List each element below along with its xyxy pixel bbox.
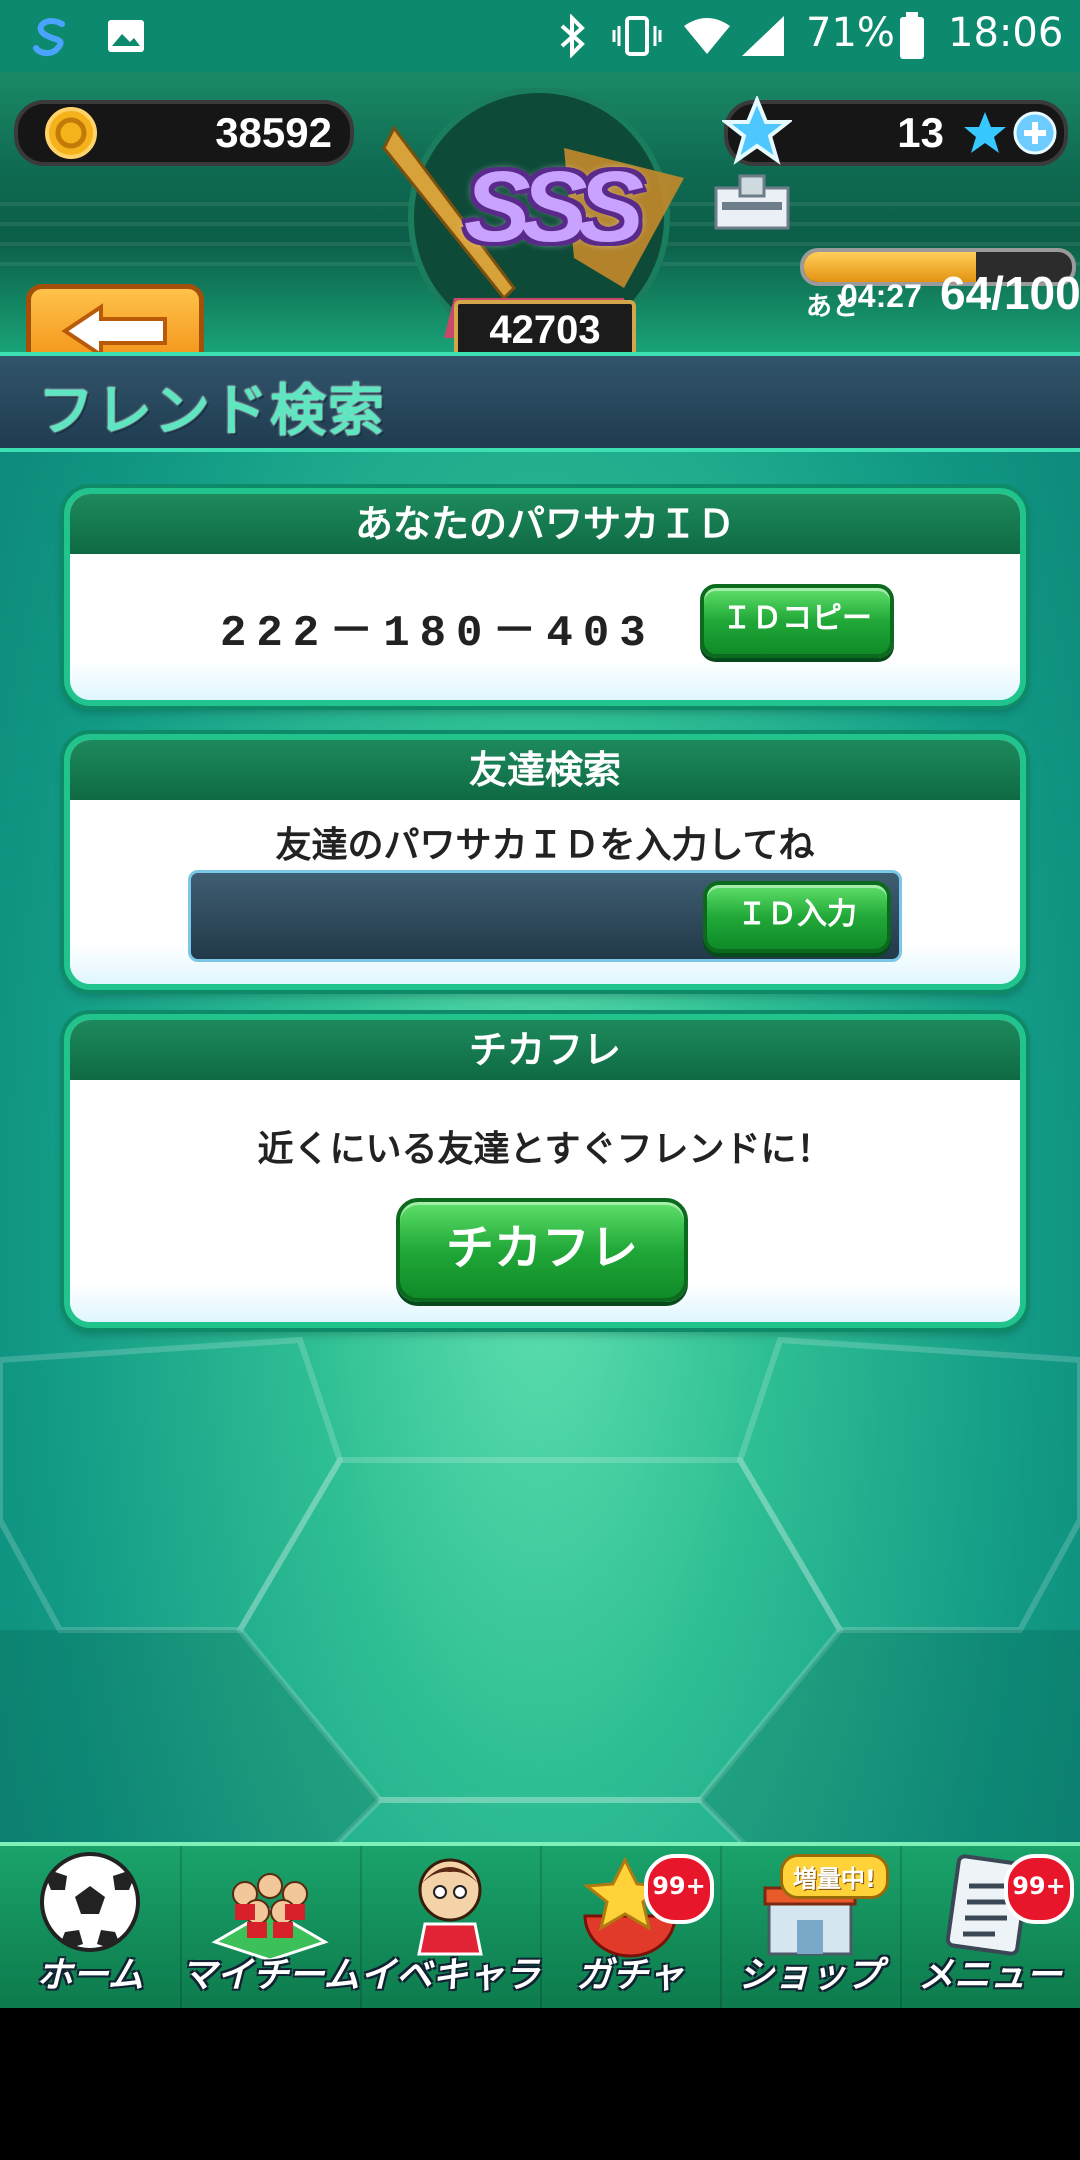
coin-value: 38592 [215, 109, 332, 156]
chikafure-panel: チカフレ 近くにいる友達とすぐフレンドに！ チカフレ [64, 1014, 1026, 1328]
nav-event-character-label: イベキャラ [360, 1955, 541, 1996]
top-hud: 38592 13 SSS 42703 あと 04:27 64/100 [0, 72, 1080, 382]
my-id-panel: あなたのパワサカＩＤ 222－180－403 ＩＤコピー [64, 488, 1026, 706]
my-id-heading: あなたのパワサカＩＤ [70, 494, 1020, 554]
my-id-value: 222－180－403 [220, 609, 656, 659]
rank-label: SSS [464, 151, 644, 263]
nav-home[interactable]: ホーム [0, 1846, 182, 2008]
bottom-nav: ホーム マイチーム イベキャラ 99+ ガチャ 増量中! ショップ 99+ メニ… [0, 1842, 1080, 2008]
menu-badge: 99+ [1004, 1854, 1074, 1924]
team-icon [211, 1873, 329, 1960]
add-stars-icon[interactable] [1012, 110, 1058, 156]
battery-icon [900, 12, 924, 59]
signal-icon [742, 16, 784, 56]
field-background [0, 1336, 1080, 1860]
nav-my-team-label: マイチーム [180, 1955, 360, 1996]
nav-shop-label: ショップ [737, 1955, 882, 1996]
nav-menu-label: メニュー [917, 1955, 1062, 1996]
shop-tag: 増量中! [780, 1854, 889, 1899]
enter-id-button[interactable]: ＩＤ入力 [703, 881, 891, 953]
chikafure-button[interactable]: チカフレ [396, 1198, 688, 1302]
copy-id-button[interactable]: ＩＤコピー [700, 584, 894, 658]
star-counter: 13 [722, 96, 1068, 166]
back-arrow-icon [61, 303, 167, 359]
star-small-icon [964, 112, 1006, 153]
clock: 18:06 [948, 10, 1064, 56]
stadium-icon [714, 174, 790, 230]
event-character-icon [417, 1858, 483, 1956]
nav-shop[interactable]: 増量中! ショップ [720, 1846, 902, 2008]
image-icon [108, 20, 144, 52]
nav-gacha[interactable]: 99+ ガチャ [540, 1846, 722, 2008]
gacha-badge: 99+ [644, 1854, 714, 1924]
nav-home-label: ホーム [36, 1955, 144, 1996]
app-screen: 71% 18:06 38592 13 SSS 42703 あと 04:27 64… [0, 0, 1080, 2008]
page-title: フレンド検索 [38, 379, 386, 444]
bluetooth-icon [560, 14, 585, 58]
nav-menu[interactable]: 99+ メニュー [900, 1846, 1080, 2008]
stamina-value: 64/100 [940, 267, 1080, 319]
vibrate-icon [612, 16, 662, 56]
friend-id-input[interactable]: ＩＤ入力 [188, 870, 902, 962]
nav-my-team[interactable]: マイチーム [180, 1846, 362, 2008]
soccer-ball-icon [40, 1852, 140, 1952]
friend-search-panel: 友達検索 友達のパワサカＩＤを入力してね ＩＤ入力 [64, 734, 1026, 990]
rank-emblem[interactable]: SSS 42703 [364, 88, 714, 370]
chikafure-heading: チカフレ [70, 1020, 1020, 1080]
app-s-icon [33, 18, 65, 57]
nav-event-character[interactable]: イベキャラ [360, 1846, 542, 2008]
team-power-value: 42703 [454, 300, 636, 360]
coin-counter: 38592 [14, 100, 354, 166]
nav-gacha-label: ガチャ [576, 1955, 684, 1996]
battery-percent: 71% [806, 10, 895, 56]
friend-search-instruction: 友達のパワサカＩＤを入力してね [275, 825, 815, 866]
coin-icon [45, 107, 97, 159]
friend-search-heading: 友達検索 [70, 740, 1020, 800]
stamina-timer: 04:27 [840, 278, 922, 314]
star-value: 13 [897, 109, 944, 156]
title-band: フレンド検索 [0, 352, 1080, 452]
wifi-icon [684, 18, 730, 54]
star-gem-icon [722, 96, 792, 165]
status-bar: 71% 18:06 [0, 0, 1080, 72]
chikafure-description: 近くにいる友達とすぐフレンドに！ [257, 1129, 833, 1170]
